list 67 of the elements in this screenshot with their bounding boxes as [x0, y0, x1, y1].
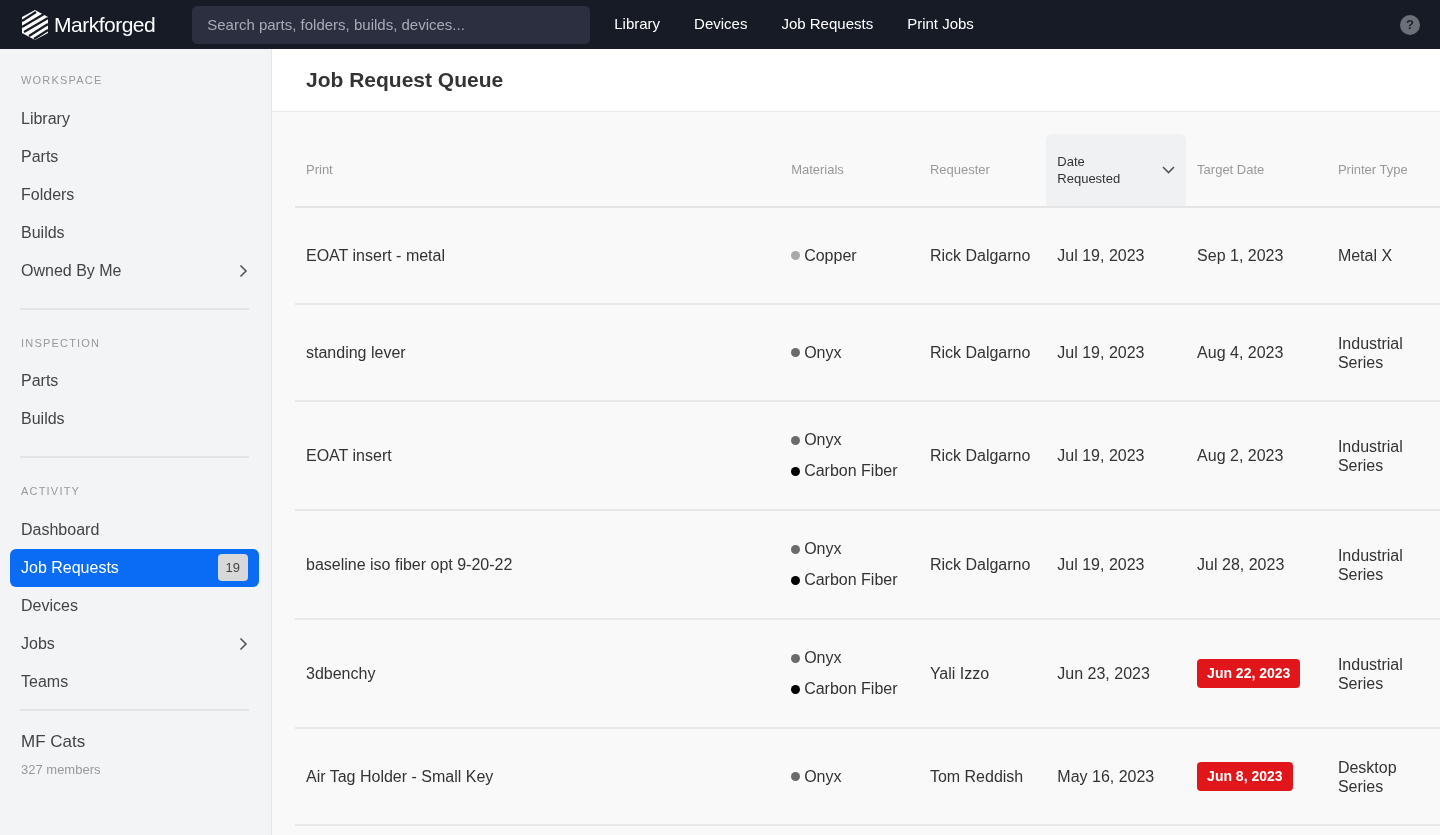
- page-title: Job Request Queue: [306, 67, 505, 93]
- table-cell: 3dbenchy: [295, 619, 781, 728]
- table-cell: EOAT insert - metal: [295, 207, 781, 304]
- table-cell: May 16, 2023: [1046, 728, 1187, 825]
- table-cell: Jul 19, 2023: [1046, 304, 1187, 401]
- table-cell: Sep 1, 2023: [1186, 207, 1327, 304]
- table-cell: Rick Dalgarno: [918, 510, 1047, 619]
- table-cell: Tom Reddish: [918, 728, 1047, 825]
- sidebar-item[interactable]: Jobs: [10, 624, 259, 663]
- sidebar-item[interactable]: Parts: [10, 362, 259, 400]
- sidebar-item[interactable]: Job Requests 19: [10, 548, 259, 587]
- nav-link[interactable]: Job Requests: [781, 13, 874, 36]
- table-cell: Industrial Series: [1326, 401, 1440, 510]
- material-name: Copper: [804, 245, 857, 266]
- table-cell: Desktop Series: [1326, 728, 1440, 825]
- chevron-down-icon: [1162, 166, 1176, 174]
- table-cell: Rick Dalgarno: [918, 401, 1047, 510]
- table-cell: Jul 28, 2023: [1186, 510, 1327, 619]
- overdue-date-badge: Jun 22, 2023: [1197, 659, 1301, 688]
- table-cell: Metal X: [1326, 207, 1440, 304]
- material-name: Onyx: [804, 342, 842, 363]
- count-badge: 19: [217, 553, 248, 582]
- sidebar-item[interactable]: Devices: [10, 586, 259, 625]
- sidebar-item[interactable]: Builds: [10, 400, 259, 438]
- table-cell: Jul 19, 2023: [1046, 207, 1187, 304]
- table-cell: standing lever: [295, 304, 781, 401]
- table-cell: Industrial Series: [1326, 619, 1440, 728]
- nav-link[interactable]: Print Jobs: [907, 13, 974, 36]
- brand-name[interactable]: Markforged: [54, 8, 156, 41]
- table-cell: Yali Izzo: [918, 619, 1047, 728]
- material-name: Carbon Fiber: [804, 461, 898, 481]
- search-field[interactable]: Search parts, folders, builds, devices...: [192, 5, 591, 44]
- section-heading: ACTIVITY: [20, 484, 82, 499]
- table-cell: Rick Dalgarno: [918, 207, 1047, 304]
- material-name: Onyx: [804, 430, 842, 450]
- overdue-date-badge: Jun 8, 2023: [1197, 762, 1293, 791]
- sidebar-item[interactable]: Builds: [10, 213, 259, 252]
- table-cell: Industrial Series: [1326, 510, 1440, 619]
- table-cell: Aug 2, 2023: [1186, 401, 1327, 510]
- column-header[interactable]: Date Requested: [1046, 134, 1187, 207]
- table-cell: Aug 4, 2023: [1186, 304, 1327, 401]
- nav-link[interactable]: Library: [614, 13, 661, 36]
- table-cell: Rick Dalgarno: [918, 304, 1047, 401]
- table-cell: Air Tag Holder - Small Key: [295, 728, 781, 825]
- material-name: Onyx: [804, 766, 842, 787]
- section-heading: INSPECTION: [20, 335, 102, 351]
- sidebar-item[interactable]: Parts: [10, 137, 259, 176]
- material-name: Onyx: [804, 539, 842, 559]
- sidebar-item[interactable]: Owned By Me: [10, 251, 259, 290]
- table-cell: EOAT insert: [295, 401, 781, 510]
- logo-icon: [20, 8, 50, 41]
- material-name: Carbon Fiber: [804, 679, 898, 699]
- team-name: MF Cats: [20, 730, 87, 753]
- sidebar-item[interactable]: Folders: [10, 175, 259, 214]
- member-count: 327 members: [20, 761, 102, 779]
- sidebar-item[interactable]: Dashboard: [10, 510, 259, 549]
- table-cell: Jun 23, 2023: [1046, 619, 1187, 728]
- sidebar-item[interactable]: Teams: [10, 662, 259, 701]
- table-cell: Industrial Series: [1326, 304, 1440, 401]
- material-name: Carbon Fiber: [804, 570, 898, 590]
- sidebar-item[interactable]: Library: [10, 99, 259, 138]
- section-heading: WORKSPACE: [20, 73, 104, 88]
- table-cell: Jul 19, 2023: [1046, 401, 1187, 510]
- table-cell: Jul 19, 2023: [1046, 510, 1187, 619]
- nav-link[interactable]: Devices: [694, 13, 748, 36]
- material-name: Onyx: [804, 648, 842, 668]
- table-cell: baseline iso fiber opt 9-20-22: [295, 510, 781, 619]
